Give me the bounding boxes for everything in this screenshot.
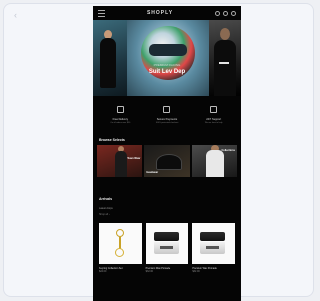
truck-icon (116, 106, 124, 113)
product-card[interactable]: Premium Wax Pomade $32.00 (145, 223, 189, 273)
product-price: $32.00 (145, 270, 153, 273)
feature-title: Secure Payments (156, 118, 178, 121)
feature-item: 24/7 Support We are here to help (194, 106, 234, 134)
lock-icon (163, 106, 171, 113)
category-card[interactable]: Collections (191, 145, 237, 177)
product-card[interactable]: Keyring Collection Set $24.00 (99, 223, 142, 273)
feature-title: Free Delivery (112, 118, 129, 121)
menu-icon[interactable] (98, 9, 105, 17)
product-image[interactable] (145, 223, 189, 264)
hero-caption: Suit Lev Dep (148, 69, 186, 75)
feature-desc: We are here to help (204, 122, 223, 124)
category-grid: Team Wear Headwear Collections (93, 145, 241, 177)
product-card[interactable]: Premium Wax Pomade $32.00 (192, 223, 236, 273)
feature-desc: 100% protected checkout (155, 122, 179, 124)
category-label: Headwear (146, 171, 159, 174)
search-icon[interactable] (214, 10, 220, 16)
hero-banner[interactable]: PREMIUM RACING Suit Lev Dep (93, 20, 241, 96)
feature-title: 24/7 Support (206, 118, 222, 121)
hero-kicker: PREMIUM RACING (153, 63, 181, 67)
category-card[interactable]: Team Wear (97, 145, 143, 177)
categories-title: Browse Selects (99, 138, 125, 142)
feature-desc: On all orders over $50 (110, 122, 131, 124)
product-image[interactable] (192, 223, 236, 264)
features-row: Free Delivery On all orders over $50 Sec… (93, 96, 241, 134)
category-label: Team Wear (127, 157, 141, 160)
account-icon[interactable] (222, 10, 228, 16)
preview-card: ‹ SHOPLY PREMIUM RACING Suit Lev Dep Fre… (3, 3, 314, 301)
hero-image-right (209, 20, 241, 96)
product-price: $32.00 (192, 270, 200, 273)
cart-icon[interactable] (230, 10, 236, 16)
new-arrivals-subtitle: Latest drops (99, 207, 113, 210)
feature-item: Secure Payments 100% protected checkout (147, 106, 187, 134)
top-nav: SHOPLY (93, 6, 241, 20)
category-label: Collections (221, 149, 235, 152)
category-card[interactable]: Headwear (144, 145, 190, 177)
hero-image-center (127, 20, 209, 96)
hero-image-left (93, 20, 127, 96)
support-icon (210, 106, 218, 113)
feature-item: Free Delivery On all orders over $50 (100, 106, 140, 134)
site-logo[interactable]: SHOPLY (147, 10, 173, 16)
product-price: $24.00 (99, 270, 107, 273)
nav-icons (214, 10, 236, 16)
product-image[interactable] (99, 223, 142, 264)
product-list: Keyring Collection Set $24.00 Premium Wa… (93, 216, 241, 273)
mobile-preview: SHOPLY PREMIUM RACING Suit Lev Dep Free … (93, 6, 241, 301)
back-arrow-icon[interactable]: ‹ (14, 10, 17, 20)
